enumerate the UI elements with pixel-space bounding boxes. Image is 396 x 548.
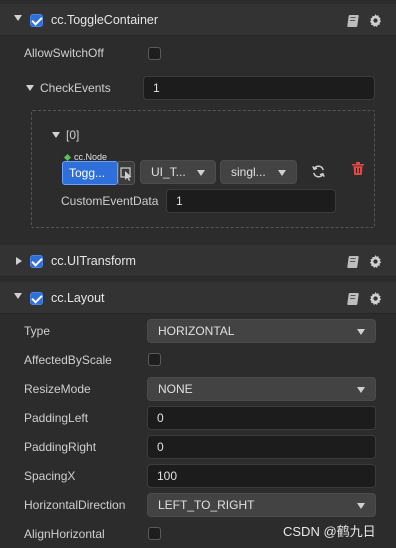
custom-event-data-input[interactable]: 1 bbox=[166, 189, 336, 213]
resize-mode-select[interactable]: NONE bbox=[147, 377, 376, 401]
align-horizontal-checkbox[interactable] bbox=[148, 527, 161, 540]
component-select-value: UI_T... bbox=[151, 165, 186, 179]
horizontal-direction-select-value: LEFT_TO_RIGHT bbox=[158, 498, 255, 512]
custom-event-data-label: CustomEventData bbox=[61, 194, 159, 208]
pointer-icon bbox=[120, 167, 132, 181]
affected-by-scale-label: AffectedByScale bbox=[24, 353, 112, 367]
watermark: CSDN @鹤九日 bbox=[283, 524, 376, 539]
target-node-field[interactable]: Togg... bbox=[62, 161, 118, 185]
toggle-container-title: cc.ToggleContainer bbox=[51, 13, 159, 27]
gear-icon[interactable] bbox=[369, 292, 382, 305]
align-horizontal-label: AlignHorizontal bbox=[24, 527, 105, 541]
check-events-label: CheckEvents bbox=[40, 81, 111, 95]
book-icon[interactable] bbox=[347, 15, 359, 27]
type-label: Type bbox=[24, 324, 51, 338]
gear-icon[interactable] bbox=[369, 14, 382, 27]
allow-switch-off-label: AllowSwitchOff bbox=[24, 46, 104, 60]
chevron-down-icon bbox=[357, 503, 365, 509]
padding-right-label: PaddingRight bbox=[24, 440, 97, 454]
chevron-down-icon bbox=[278, 170, 286, 176]
affected-by-scale-checkbox[interactable] bbox=[148, 353, 161, 366]
padding-right-input[interactable]: 0 bbox=[147, 435, 376, 459]
component-select[interactable]: UI_T... bbox=[140, 160, 216, 184]
layout-title: cc.Layout bbox=[51, 291, 105, 305]
layout-header[interactable]: cc.Layout bbox=[0, 282, 396, 314]
padding-left-input[interactable]: 0 bbox=[147, 406, 376, 430]
chevron-down-icon bbox=[357, 387, 365, 393]
handler-select-value: singl... bbox=[231, 165, 266, 179]
node-picker-button[interactable] bbox=[118, 161, 135, 185]
resize-mode-label: ResizeMode bbox=[24, 382, 91, 396]
spacing-x-label: SpacingX bbox=[24, 469, 76, 483]
type-select-value: HORIZONTAL bbox=[158, 324, 235, 338]
event-index-label: [0] bbox=[66, 128, 80, 142]
toggle-container-header[interactable]: cc.ToggleContainer bbox=[0, 4, 396, 36]
collapse-arrow-icon[interactable] bbox=[14, 15, 22, 21]
layout-enabled-checkbox[interactable] bbox=[30, 292, 43, 305]
horizontal-direction-select[interactable]: LEFT_TO_RIGHT bbox=[147, 493, 376, 517]
type-select[interactable]: HORIZONTAL bbox=[147, 319, 376, 343]
refresh-icon[interactable] bbox=[311, 164, 326, 179]
book-icon[interactable] bbox=[347, 293, 359, 305]
ui-transform-header[interactable]: cc.UITransform bbox=[0, 245, 396, 277]
ui-transform-enabled-checkbox[interactable] bbox=[30, 255, 43, 268]
ui-transform-title: cc.UITransform bbox=[51, 254, 136, 268]
collapse-arrow-icon[interactable] bbox=[14, 293, 22, 299]
spacing-x-input[interactable]: 100 bbox=[147, 464, 376, 488]
gear-icon[interactable] bbox=[369, 255, 382, 268]
event-arrow-icon[interactable] bbox=[52, 132, 60, 138]
check-events-arrow-icon[interactable] bbox=[26, 85, 34, 91]
chevron-down-icon bbox=[197, 170, 205, 176]
padding-left-label: PaddingLeft bbox=[24, 411, 89, 425]
horizontal-direction-label: HorizontalDirection bbox=[24, 498, 126, 512]
resize-mode-select-value: NONE bbox=[158, 382, 193, 396]
book-icon[interactable] bbox=[347, 256, 359, 268]
trash-icon[interactable] bbox=[352, 162, 364, 175]
check-events-count-input[interactable]: 1 bbox=[143, 76, 375, 100]
toggle-container-enabled-checkbox[interactable] bbox=[30, 14, 43, 27]
expand-arrow-icon[interactable] bbox=[16, 257, 22, 265]
handler-select[interactable]: singl... bbox=[220, 160, 297, 184]
allow-switch-off-checkbox[interactable] bbox=[148, 47, 161, 60]
chevron-down-icon bbox=[357, 329, 365, 335]
